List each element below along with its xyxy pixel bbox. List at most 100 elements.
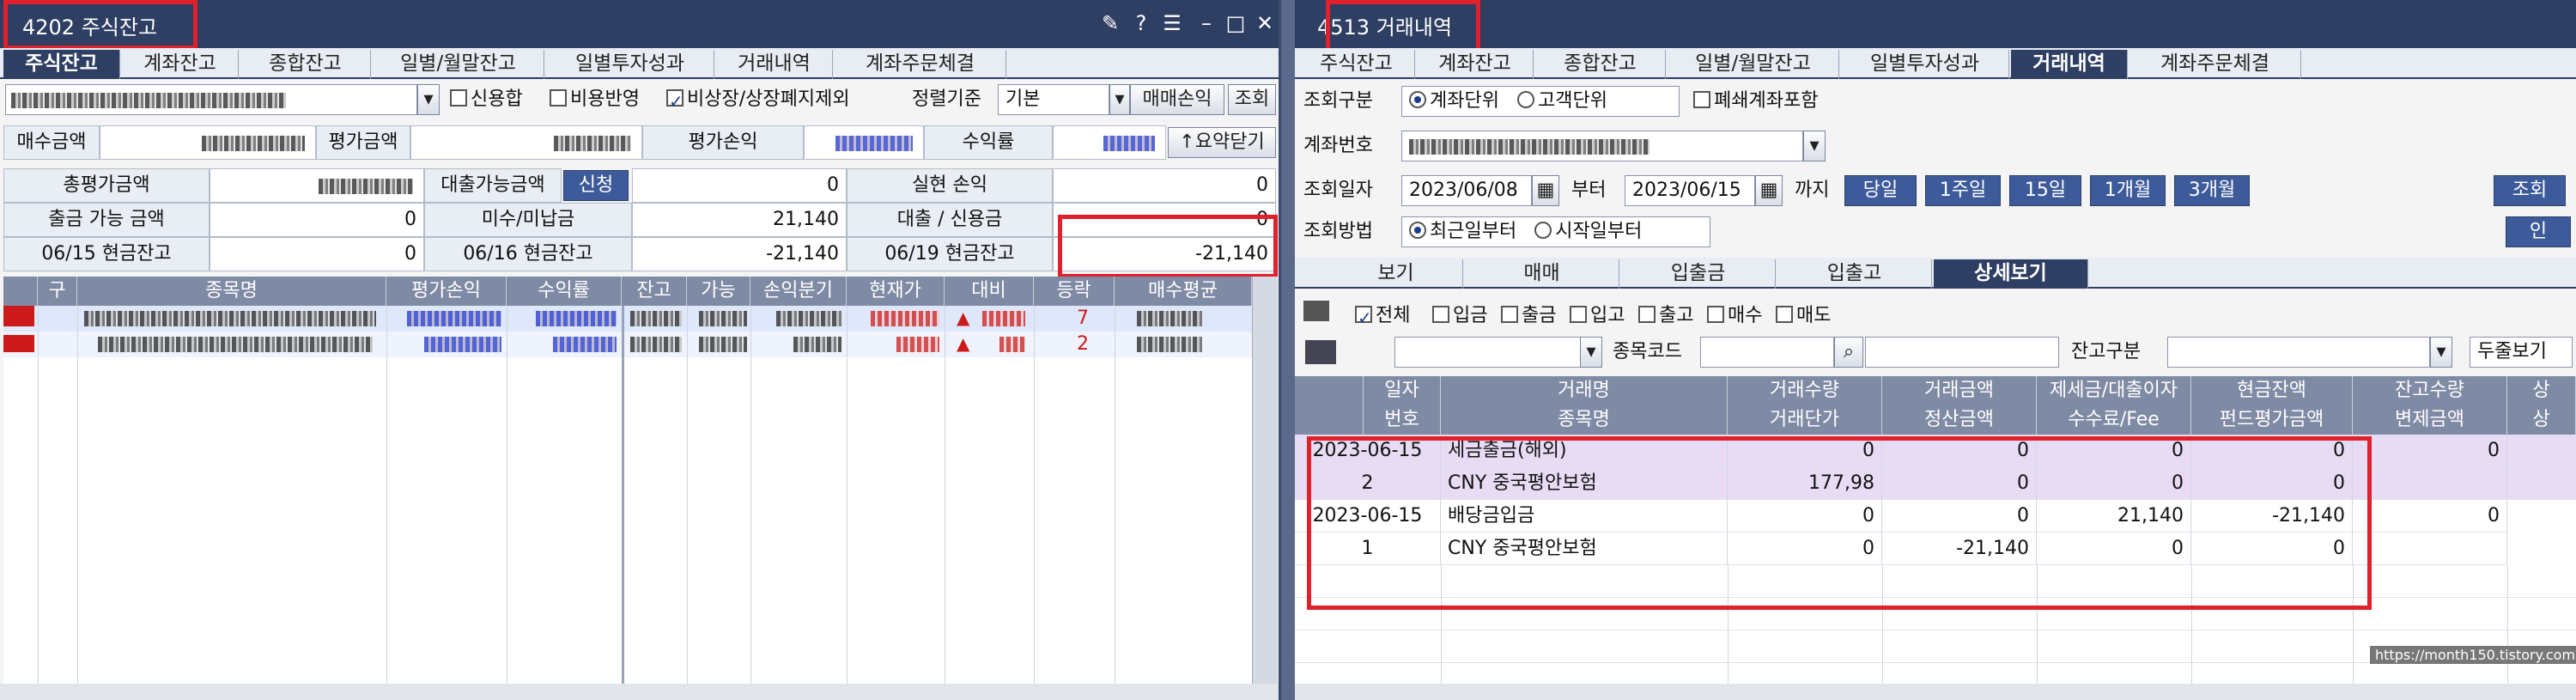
tab-account-balance[interactable]: 계좌잔고	[1417, 50, 1534, 79]
tab-transactions[interactable]: 거래내역	[2011, 50, 2128, 79]
withdrawable-label: 출금 가능 금액	[3, 203, 210, 237]
subtab-view[interactable]: 보기	[1329, 259, 1463, 289]
radio-account-unit[interactable]: 계좌단위	[1409, 90, 1499, 112]
filter-withdraw-check[interactable]: 출금	[1501, 301, 1556, 332]
stock-name-input[interactable]	[1865, 337, 2059, 368]
filter-deposit-check[interactable]: 입금	[1432, 301, 1487, 332]
query-button[interactable]: 조회	[1228, 84, 1276, 115]
maximize-icon[interactable]: □	[1224, 10, 1247, 36]
tab-daily-balance[interactable]: 일별/월말잔고	[373, 50, 544, 79]
filter-buy-check[interactable]: 매수	[1707, 301, 1762, 332]
window-divider[interactable]	[1281, 0, 1295, 700]
account-select[interactable]	[5, 84, 417, 115]
exclude-delisted-check[interactable]: 비상장/상장폐지제외	[666, 84, 850, 117]
right-tab-bar: 주식잔고 계좌잔고 종합잔고 일별/월말잔고 일별투자성과 거래내역 계좌주문체…	[1295, 48, 2576, 79]
grid-header-qty: 거래수량	[1728, 376, 1882, 405]
minimize-icon[interactable]: –	[1195, 10, 1218, 36]
tab-total-balance[interactable]: 종합잔고	[240, 50, 371, 79]
tab-stock-balance[interactable]: 주식잔고	[3, 50, 120, 79]
grid-header-amount: 거래금액	[1882, 376, 2037, 405]
unpaid-value: 21,140	[632, 203, 847, 237]
query-button[interactable]: 조회	[2494, 175, 2566, 206]
extra-button[interactable]: 인	[2506, 216, 2571, 247]
period-1month-button[interactable]: 1개월	[2090, 175, 2166, 206]
grid-header-price: 현재가	[847, 277, 945, 306]
account-select[interactable]	[1401, 131, 1803, 161]
subtab-detail[interactable]: 상세보기	[1934, 259, 2088, 289]
filter-out-check[interactable]: 출고	[1638, 301, 1693, 332]
grid-header-marker	[1295, 376, 1364, 405]
stock-code-input[interactable]	[1700, 337, 1834, 368]
trade-pnl-button[interactable]: 매매손익	[1130, 84, 1224, 115]
credit-merge-check[interactable]: 신용합	[450, 84, 523, 115]
eval-pnl-value	[804, 125, 924, 160]
pin-icon[interactable]: ✎	[1099, 10, 1121, 36]
tab-account-balance[interactable]: 계좌잔고	[122, 50, 239, 79]
filter-all-check[interactable]: 전체	[1355, 301, 1410, 333]
tab-transactions[interactable]: 거래내역	[716, 50, 833, 79]
tab-daily-balance[interactable]: 일별/월말잔고	[1668, 50, 1839, 79]
chevron-down-icon[interactable]: ▾	[1109, 84, 1130, 115]
left-tab-bar: 주식잔고 계좌잔고 종합잔고 일별/월말잔고 일별투자성과 거래내역 계좌주문체…	[0, 48, 1279, 79]
period-1week-button[interactable]: 1주일	[1925, 175, 2001, 206]
sort-select[interactable]: 기본	[998, 84, 1109, 115]
period-3month-button[interactable]: 3개월	[2174, 175, 2250, 206]
loanable-label: 대출가능금액	[424, 168, 562, 203]
buy-amount-label: 매수금액	[3, 125, 100, 160]
buy-amount-value	[100, 125, 316, 160]
tab-order-fills[interactable]: 계좌주문체결	[835, 50, 1006, 79]
cash-0616-value: -21,140	[632, 237, 847, 271]
help-icon[interactable]: ?	[1130, 10, 1152, 36]
row-repay	[2353, 467, 2507, 500]
close-icon[interactable]: ✕	[1254, 10, 1276, 36]
tab-total-balance[interactable]: 종합잔고	[1535, 50, 1666, 79]
chevron-down-icon[interactable]: ▾	[1580, 337, 1602, 368]
tab-stock-balance[interactable]: 주식잔고	[1298, 50, 1415, 79]
calendar-icon[interactable]: ▦	[1755, 175, 1783, 206]
include-closed-check[interactable]: 폐쇄계좌포함	[1693, 86, 1818, 117]
date-from-input[interactable]: 2023/06/08	[1401, 175, 1532, 206]
query-type-group: 계좌단위 고객단위	[1401, 86, 1680, 117]
radio-start-first[interactable]: 시작일부터	[1534, 221, 1642, 242]
rate-mark: 7	[1077, 307, 1089, 329]
tab-daily-performance[interactable]: 일별투자성과	[546, 50, 714, 79]
realized-pnl-value: 0	[1053, 168, 1276, 203]
row-balance-qty: 0	[2353, 500, 2507, 533]
grid-header-balance: 잔고	[622, 277, 687, 306]
filter-sell-check[interactable]: 매도	[1776, 301, 1831, 332]
type-select[interactable]	[1394, 337, 1601, 368]
grid-header-rate: 등락	[1034, 277, 1115, 306]
filter-in-check[interactable]: 입고	[1570, 301, 1625, 332]
tab-daily-performance[interactable]: 일별투자성과	[1841, 50, 2009, 79]
date-to-input[interactable]: 2023/06/15	[1625, 175, 1755, 206]
view-mode-select[interactable]: 두줄보기	[2470, 337, 2573, 368]
subtab-trade[interactable]: 매매	[1465, 259, 1619, 289]
apply-button[interactable]: 신청	[563, 170, 629, 201]
menu-icon[interactable]: ☰	[1161, 10, 1183, 36]
collapse-summary-button[interactable]: ↑요약닫기	[1168, 127, 1276, 158]
chevron-down-icon[interactable]: ▾	[2430, 337, 2452, 368]
radio-recent-first[interactable]: 최근일부터	[1409, 221, 1516, 242]
chevron-down-icon[interactable]: ▾	[417, 84, 440, 115]
total-eval-value	[210, 168, 424, 203]
period-15day-button[interactable]: 15일	[2009, 175, 2081, 206]
chevron-down-icon[interactable]: ▾	[1803, 131, 1826, 161]
holdings-scrollbar[interactable]	[1252, 277, 1278, 684]
grid-header-name: 종목명	[77, 277, 386, 306]
eval-amount-label: 평가금액	[316, 125, 410, 160]
balance-type-select[interactable]	[2167, 337, 2430, 368]
title-highlight-box	[3, 0, 197, 50]
transaction-history-window: 4513 거래내역 주식잔고 계좌잔고 종합잔고 일별/월말잔고 일별투자성과 …	[1295, 0, 2576, 700]
subtab-securities[interactable]: 입출고	[1777, 259, 1932, 289]
holdings-grid-body: ▲ ▲ 7 2	[3, 306, 1252, 684]
tab-order-fills[interactable]: 계좌주문체결	[2129, 50, 2301, 79]
search-icon[interactable]: ⌕	[1834, 337, 1863, 368]
grid-header-fee: 수수료/Fee	[2037, 405, 2191, 435]
sub-tab-bar: 보기 매매 입출금 입출고 상세보기	[1295, 258, 2576, 289]
calendar-icon[interactable]: ▦	[1532, 175, 1559, 206]
cost-reflect-check[interactable]: 비용반영	[550, 84, 640, 115]
subtab-cash[interactable]: 입출금	[1621, 259, 1776, 289]
cash-0616-label: 06/16 현금잔고	[424, 237, 632, 271]
period-today-button[interactable]: 당일	[1844, 175, 1917, 206]
radio-customer-unit[interactable]: 고객단위	[1516, 90, 1607, 112]
